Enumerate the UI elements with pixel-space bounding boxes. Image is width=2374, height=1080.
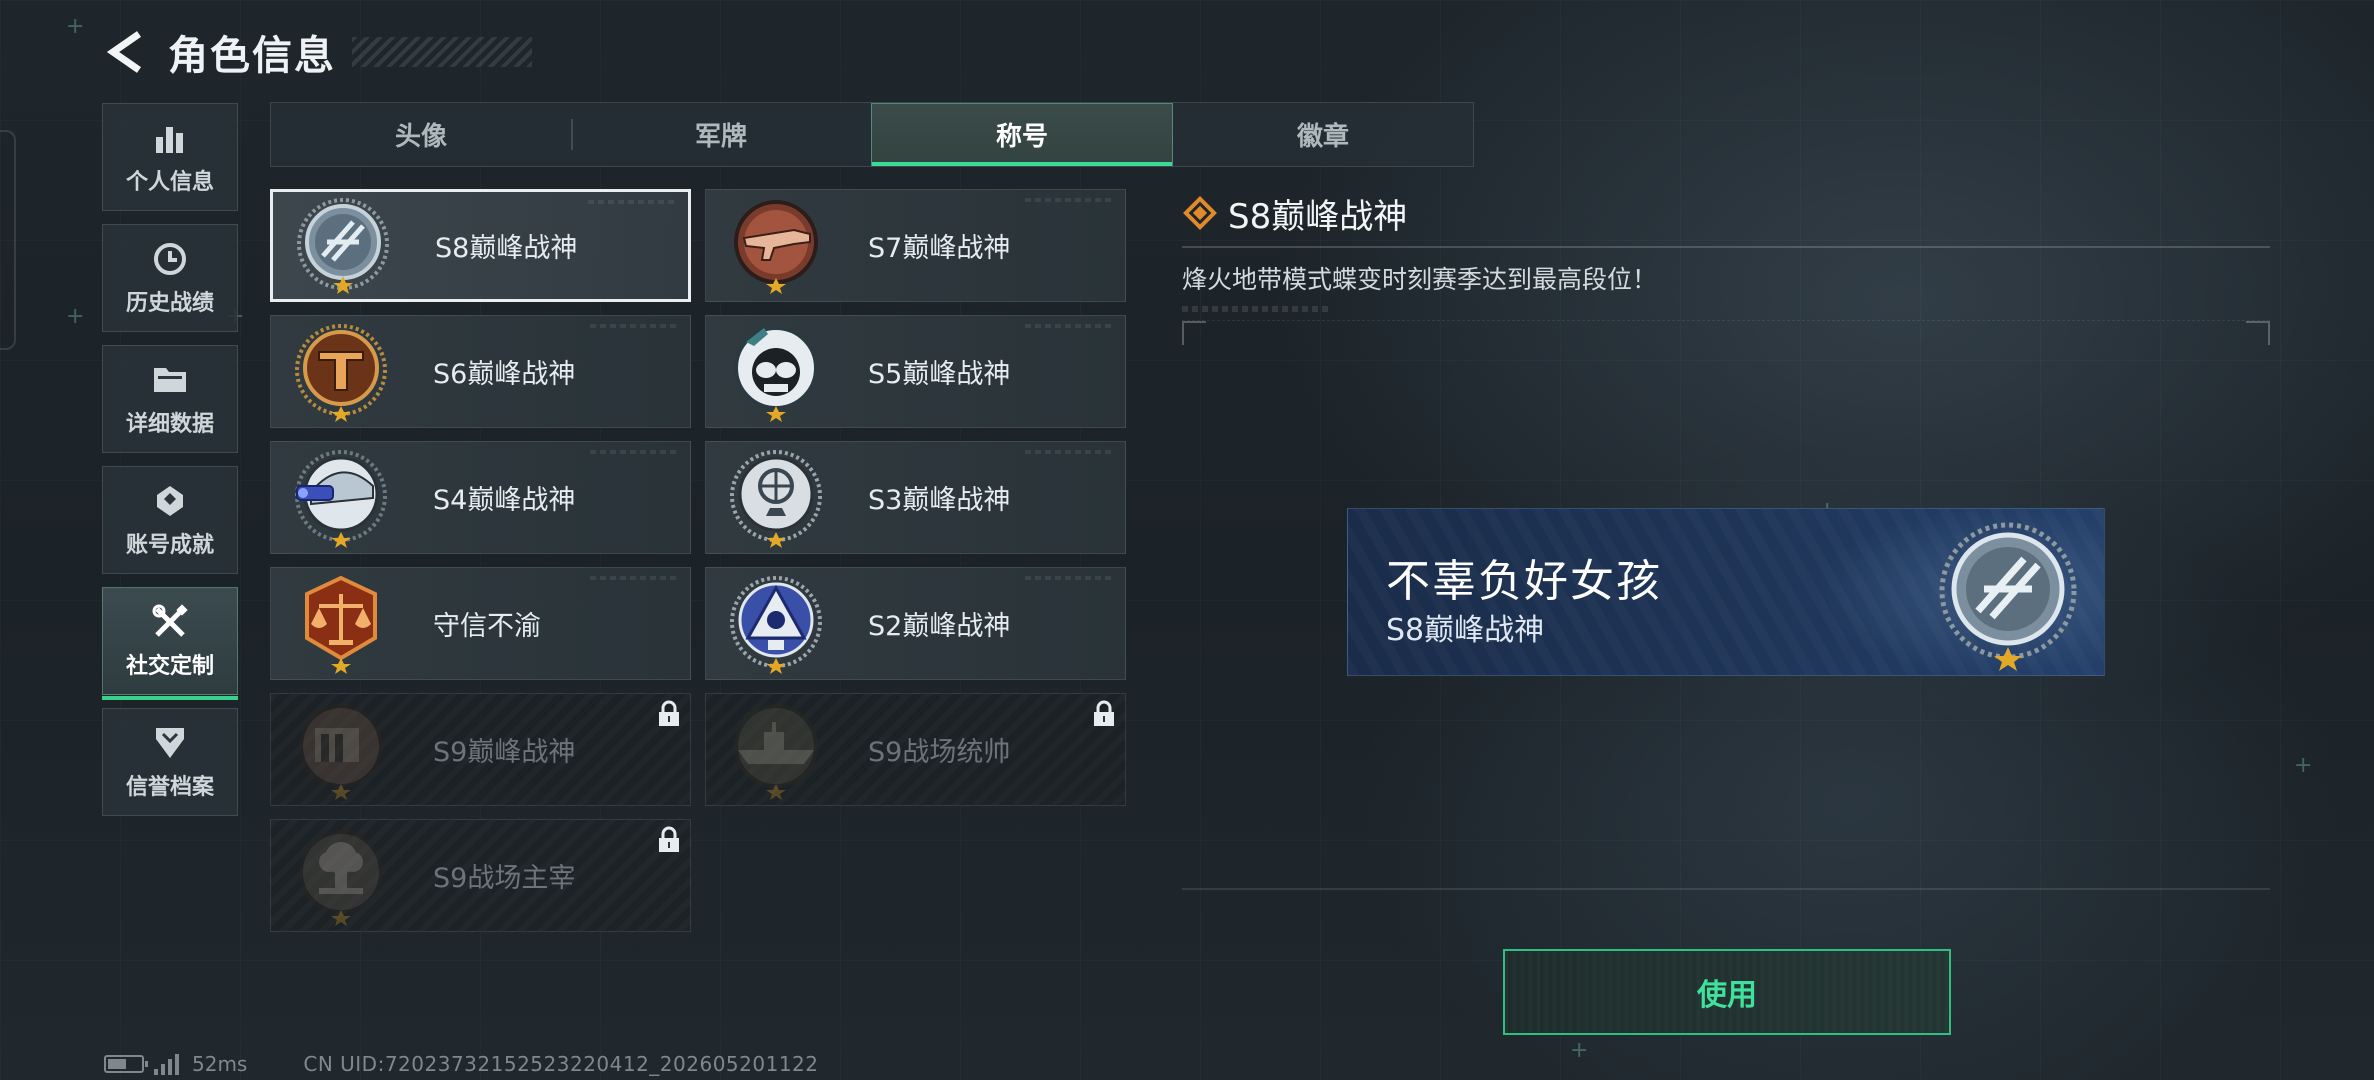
- crosshair-decor: +: [1570, 1038, 1589, 1063]
- s9-ship-emblem-icon: [734, 703, 818, 800]
- use-button[interactable]: 使用: [1503, 949, 1951, 1035]
- battery-icon: [104, 1055, 148, 1073]
- signal-icon: [154, 1053, 182, 1075]
- frame-corner-decor: [2246, 321, 2270, 345]
- detail-title-row: S8巅峰战神: [1182, 188, 2270, 238]
- card-corner-decor: [1025, 324, 1115, 328]
- s2-emblem-icon: [730, 575, 822, 674]
- tab-dogtag[interactable]: 军牌: [571, 103, 871, 166]
- sidebar-item-achievements[interactable]: 账号成就: [102, 466, 238, 574]
- tab-avatar[interactable]: 头像: [271, 103, 571, 166]
- title-card-name: S2巅峰战神: [868, 611, 1011, 642]
- title-card-name: S9战场统帅: [868, 737, 1011, 768]
- card-corner-decor: [588, 200, 678, 204]
- s6-emblem-icon: [295, 323, 387, 422]
- card-corner-decor: [1025, 198, 1115, 202]
- uid-text: CN UID:7202373215252322041​2_20260520112…: [303, 1052, 819, 1076]
- page-title: 角色信息: [168, 33, 336, 79]
- title-card-s4[interactable]: S4巅峰战神: [270, 441, 691, 554]
- back-arrow-icon: [106, 31, 141, 73]
- title-card-s8[interactable]: S8巅峰战神: [270, 189, 691, 302]
- title-card-s9-dominator-locked[interactable]: S9战场主宰: [270, 819, 691, 932]
- crosshair-decor: +: [66, 14, 85, 39]
- history-icon: [150, 239, 190, 279]
- frame-corner-decor: [1182, 321, 1206, 345]
- title-card-name: S9巅峰战神: [433, 737, 576, 768]
- title-card-name: S4巅峰战神: [433, 485, 576, 516]
- diamond-icon: [1183, 196, 1217, 230]
- title-card-name: S3巅峰战神: [868, 485, 1011, 516]
- lock-icon: [1094, 700, 1114, 726]
- card-corner-decor: [1025, 450, 1115, 454]
- back-button[interactable]: [100, 27, 150, 77]
- scales-emblem-icon: [305, 575, 377, 674]
- nameplate-title: S8巅峰战神: [1386, 613, 1545, 648]
- title-card-name: S6巅峰战神: [433, 359, 576, 390]
- achievement-icon: [150, 481, 190, 521]
- title-stripe-decor: [352, 37, 532, 67]
- s4-emblem-icon: [295, 449, 387, 548]
- title-card-s9-locked[interactable]: S9巅峰战神: [270, 693, 691, 806]
- s9-explosion-emblem-icon: [299, 829, 383, 926]
- sidebar-item-social-customize[interactable]: 社交定制: [102, 587, 238, 700]
- crosshair-decor: +: [2294, 753, 2313, 778]
- detail-description: 烽火地带模式蝶变时刻赛季达到最高段位！: [1182, 265, 1658, 294]
- s5-emblem-icon: [734, 325, 818, 422]
- title-card-s9-commander-locked[interactable]: S9战场统帅: [705, 693, 1126, 806]
- s9-emblem-icon: [299, 703, 383, 800]
- title-card-s3[interactable]: S3巅峰战神: [705, 441, 1126, 554]
- folder-icon: [150, 360, 190, 400]
- sidebar-item-label: 详细数据: [125, 412, 214, 437]
- tab-title[interactable]: 称号: [871, 103, 1173, 166]
- sidebar-item-personal-info[interactable]: 个人信息: [102, 103, 238, 211]
- s3-emblem-icon: [730, 449, 822, 548]
- sidebar-item-label: 历史战绩: [125, 291, 214, 316]
- sidebar-item-reputation[interactable]: 信誉档案: [102, 708, 238, 816]
- status-bar: 52ms CN UID:7202373215252322041​2_202605…: [104, 1052, 819, 1076]
- page-header: 角色信息: [100, 22, 532, 82]
- title-card-s6[interactable]: S6巅峰战神: [270, 315, 691, 428]
- title-detail-panel: S8巅峰战神 烽火地带模式蝶变时刻赛季达到最高段位！: [1182, 188, 2270, 312]
- player-name: 不辜负好女孩: [1386, 556, 1662, 607]
- divider: [1182, 246, 2270, 248]
- card-corner-decor: [590, 324, 680, 328]
- title-card-name: S8巅峰战神: [435, 233, 578, 264]
- sidebar-item-detailed-data[interactable]: 详细数据: [102, 345, 238, 453]
- card-corner-decor: [590, 450, 680, 454]
- sidebar-item-label: 社交定制: [125, 654, 214, 679]
- ping-text: 52ms: [192, 1052, 248, 1076]
- tab-badge[interactable]: 徽章: [1173, 103, 1473, 166]
- lock-icon: [659, 700, 679, 726]
- sidebar-item-label: 信誉档案: [125, 775, 214, 800]
- bar-chart-icon: [150, 118, 190, 158]
- stripe-decor: [1182, 306, 1332, 312]
- lock-icon: [659, 826, 679, 852]
- title-card-s5[interactable]: S5巅峰战神: [705, 315, 1126, 428]
- title-card-keep-faith[interactable]: 守信不渝: [270, 567, 691, 680]
- side-drawer-handle[interactable]: [0, 130, 16, 350]
- sidebar: 个人信息 历史战绩 详细数据 账号成就 社交定制 信誉档案: [102, 103, 238, 829]
- title-card-s2[interactable]: S2巅峰战神: [705, 567, 1126, 680]
- card-corner-decor: [590, 576, 680, 580]
- title-card-name: S9战场主宰: [433, 863, 576, 894]
- title-card-name: S7巅峰战神: [868, 233, 1011, 264]
- category-tabs: 头像 军牌 称号 徽章: [270, 102, 1474, 167]
- nameplate-preview: 不辜负好女孩 S8巅峰战神: [1347, 508, 2105, 676]
- sidebar-item-label: 个人信息: [125, 170, 214, 195]
- detail-title: S8巅峰战神: [1228, 196, 1408, 237]
- s7-emblem-icon: [734, 199, 818, 294]
- crosshair-decor: +: [66, 304, 85, 329]
- sidebar-item-history[interactable]: 历史战绩: [102, 224, 238, 332]
- s8-emblem-icon: [1939, 522, 2077, 671]
- card-corner-decor: [1025, 576, 1115, 580]
- shield-chevron-icon: [150, 723, 190, 763]
- title-card-name: 守信不渝: [433, 611, 541, 642]
- sidebar-item-label: 账号成就: [125, 533, 214, 558]
- title-card-name: S5巅峰战神: [868, 359, 1011, 390]
- s8-emblem-icon: [297, 197, 389, 294]
- tools-icon: [150, 602, 190, 642]
- title-card-s7[interactable]: S7巅峰战神: [705, 189, 1126, 302]
